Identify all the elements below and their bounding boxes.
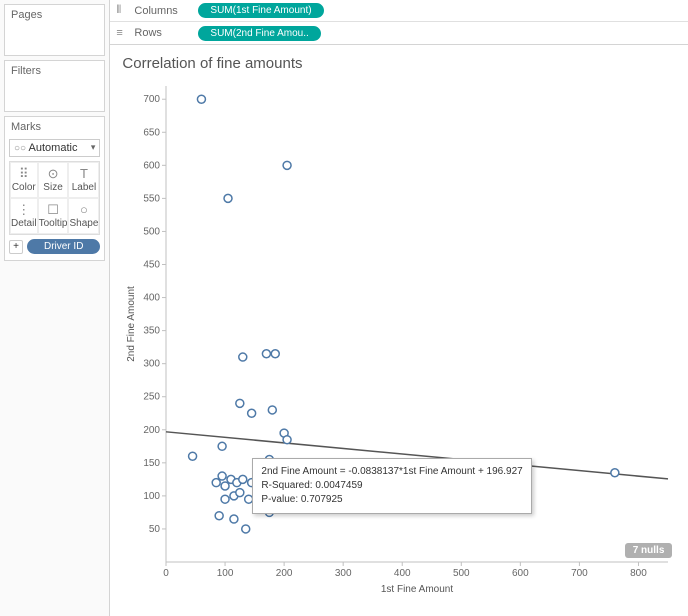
svg-text:100: 100 (144, 491, 161, 502)
pages-header: Pages (5, 5, 104, 25)
shape-icon: ○ (69, 203, 98, 216)
svg-text:1st Fine Amount: 1st Fine Amount (381, 584, 453, 595)
svg-text:400: 400 (144, 293, 161, 304)
svg-text:200: 200 (276, 568, 293, 579)
rows-pill[interactable]: SUM(2nd Fine Amou.. (198, 26, 320, 41)
svg-text:650: 650 (144, 127, 161, 138)
svg-text:700: 700 (571, 568, 588, 579)
marks-card: Marks ○○ Automatic ⠿Color ⊙Size TLabel ⋮… (4, 116, 105, 261)
svg-text:600: 600 (512, 568, 529, 579)
pages-shelf[interactable] (5, 25, 104, 55)
svg-text:50: 50 (149, 524, 161, 535)
shelves: ⦀ Columns SUM(1st Fine Amount) ≡ Rows SU… (110, 0, 688, 45)
svg-text:550: 550 (144, 193, 161, 204)
detail-pill-row: + Driver ID (9, 239, 100, 254)
nulls-badge[interactable]: 7 nulls (625, 543, 673, 558)
detail-icon: ⋮ (11, 203, 37, 216)
tooltip-icon: ☐ (39, 203, 68, 216)
viz-title: Correlation of fine amounts (122, 55, 678, 72)
color-icon: ⠿ (11, 167, 37, 180)
label-icon: T (69, 167, 98, 180)
tooltip-rsquared: R-Squared: 0.0047459 (261, 479, 522, 493)
chart[interactable]: 50 100 150 200 250 300 350 400 450 500 550 600 650 70… (122, 78, 678, 598)
detail-pill[interactable]: Driver ID (27, 239, 100, 254)
columns-label: Columns (134, 5, 194, 17)
filters-header: Filters (5, 61, 104, 81)
svg-text:100: 100 (217, 568, 234, 579)
chart-svg: 50 100 150 200 250 300 350 400 450 500 550 600 650 70… (122, 78, 678, 598)
mark-size[interactable]: ⊙Size (38, 162, 69, 198)
svg-text:500: 500 (453, 568, 470, 579)
marks-header: Marks (5, 117, 104, 137)
svg-text:600: 600 (144, 160, 161, 171)
add-detail-button[interactable]: + (9, 240, 23, 254)
svg-text:2nd Fine Amount: 2nd Fine Amount (126, 286, 137, 362)
mark-shape[interactable]: ○Shape (68, 198, 99, 234)
rows-shelf[interactable]: ≡ Rows SUM(2nd Fine Amou.. (110, 22, 688, 44)
filters-shelf[interactable] (5, 81, 104, 111)
pages-card: Pages (4, 4, 105, 56)
rows-label: Rows (134, 27, 194, 39)
marks-type-label: Automatic (29, 142, 78, 154)
mark-tooltip[interactable]: ☐Tooltip (38, 198, 69, 234)
columns-shelf[interactable]: ⦀ Columns SUM(1st Fine Amount) (110, 0, 688, 22)
marks-type-dropdown[interactable]: ○○ Automatic (9, 139, 100, 157)
svg-text:0: 0 (164, 568, 170, 579)
right-area: ⦀ Columns SUM(1st Fine Amount) ≡ Rows SU… (110, 0, 688, 616)
svg-text:150: 150 (144, 458, 161, 469)
svg-text:300: 300 (335, 568, 352, 579)
svg-text:300: 300 (144, 359, 161, 370)
mark-label[interactable]: TLabel (68, 162, 99, 198)
tooltip-pvalue: P-value: 0.707925 (261, 493, 522, 507)
svg-text:350: 350 (144, 326, 161, 337)
filters-card: Filters (4, 60, 105, 112)
size-icon: ⊙ (39, 167, 68, 180)
trend-tooltip: 2nd Fine Amount = -0.0838137*1st Fine Am… (252, 458, 531, 514)
columns-icon: ⦀ (116, 4, 130, 17)
rows-icon: ≡ (116, 27, 130, 39)
columns-pill[interactable]: SUM(1st Fine Amount) (198, 3, 323, 18)
left-panel: Pages Filters Marks ○○ Automatic ⠿Color … (0, 0, 110, 616)
svg-text:500: 500 (144, 226, 161, 237)
svg-text:200: 200 (144, 425, 161, 436)
svg-text:450: 450 (144, 260, 161, 271)
mark-detail[interactable]: ⋮Detail (10, 198, 38, 234)
tooltip-equation: 2nd Fine Amount = -0.0838137*1st Fine Am… (261, 465, 522, 479)
svg-text:800: 800 (631, 568, 648, 579)
viz-area: Correlation of fine amounts 50 100 150 200 2… (110, 45, 688, 616)
marks-grid: ⠿Color ⊙Size TLabel ⋮Detail ☐Tooltip ○Sh… (9, 161, 100, 235)
mark-color[interactable]: ⠿Color (10, 162, 38, 198)
svg-text:250: 250 (144, 392, 161, 403)
svg-text:700: 700 (144, 94, 161, 105)
svg-text:400: 400 (394, 568, 411, 579)
